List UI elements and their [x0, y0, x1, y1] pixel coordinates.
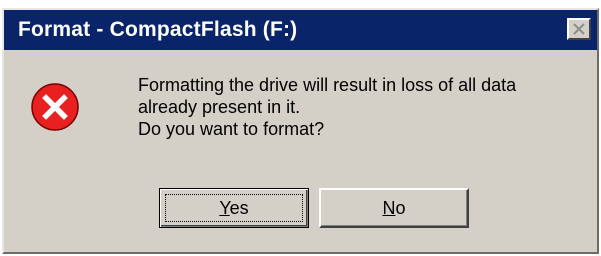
dialog-message: Formatting the drive will result in loss…	[138, 74, 516, 140]
message-line: already present in it.	[138, 97, 301, 117]
yes-button[interactable]: Yes	[159, 188, 309, 228]
close-button[interactable]	[567, 18, 591, 40]
title-bar[interactable]: Format - CompactFlash (F:)	[4, 10, 597, 50]
close-icon	[573, 23, 585, 35]
no-button[interactable]: No	[319, 188, 469, 228]
message-line: Formatting the drive will result in loss…	[138, 75, 517, 95]
focus-rectangle	[165, 194, 303, 222]
dialog-title: Format - CompactFlash (F:)	[18, 18, 298, 41]
format-dialog: Format - CompactFlash (F:) Formatting th…	[2, 8, 599, 254]
message-line: Do you want to format?	[138, 119, 325, 139]
error-icon	[31, 83, 79, 131]
no-button-label: No	[382, 197, 406, 218]
